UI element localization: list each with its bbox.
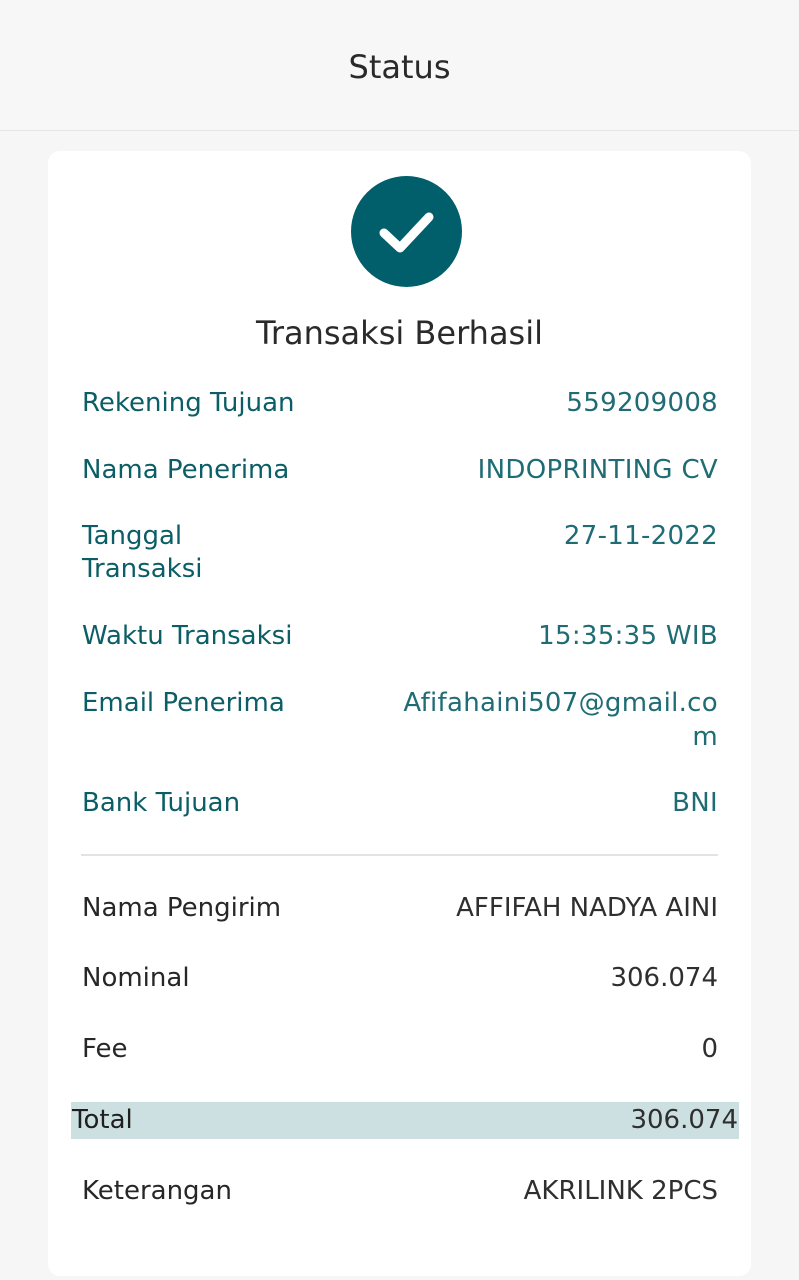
tanggal-transaksi-label-line1: Tanggal: [82, 521, 183, 551]
fee-value: 0: [701, 1034, 718, 1064]
header-bar: Status: [0, 0, 799, 131]
total-value: 306.074: [630, 1105, 738, 1135]
check-icon: [351, 176, 462, 287]
rekening-tujuan-value: 559209008: [566, 388, 718, 418]
nama-pengirim-label: Nama Pengirim: [82, 893, 282, 923]
keterangan-label: Keterangan: [82, 1176, 232, 1206]
waktu-transaksi-value: 15:35:35 WIB: [538, 621, 718, 651]
nama-penerima-label: Nama Penerima: [82, 455, 290, 485]
rekening-tujuan-label: Rekening Tujuan: [82, 388, 295, 418]
email-penerima-label: Email Penerima: [82, 688, 285, 718]
tanggal-transaksi-value: 27-11-2022: [563, 521, 718, 551]
transaction-status-title: Transaksi Berhasil: [255, 314, 543, 352]
bank-tujuan-label: Bank Tujuan: [82, 788, 241, 818]
total-label: Total: [72, 1105, 133, 1135]
nominal-value: 306.074: [610, 963, 718, 993]
nominal-label: Nominal: [82, 963, 190, 993]
bank-tujuan-value: BNI: [672, 788, 718, 818]
email-penerima-value-line1: Afifahaini507@gmail.co: [403, 688, 718, 718]
fee-label: Fee: [82, 1034, 128, 1064]
nama-pengirim-value: AFFIFAH NADYA AINI: [456, 893, 718, 923]
tanggal-transaksi-label-line2: Transaksi: [82, 554, 203, 584]
section-divider: [81, 854, 718, 856]
page-title: Status: [348, 48, 451, 86]
waktu-transaksi-label: Waktu Transaksi: [82, 621, 293, 651]
keterangan-value: AKRILINK 2PCS: [523, 1176, 718, 1206]
email-penerima-value-line2: m: [692, 722, 718, 752]
nama-penerima-value: INDOPRINTING CV: [477, 455, 718, 485]
